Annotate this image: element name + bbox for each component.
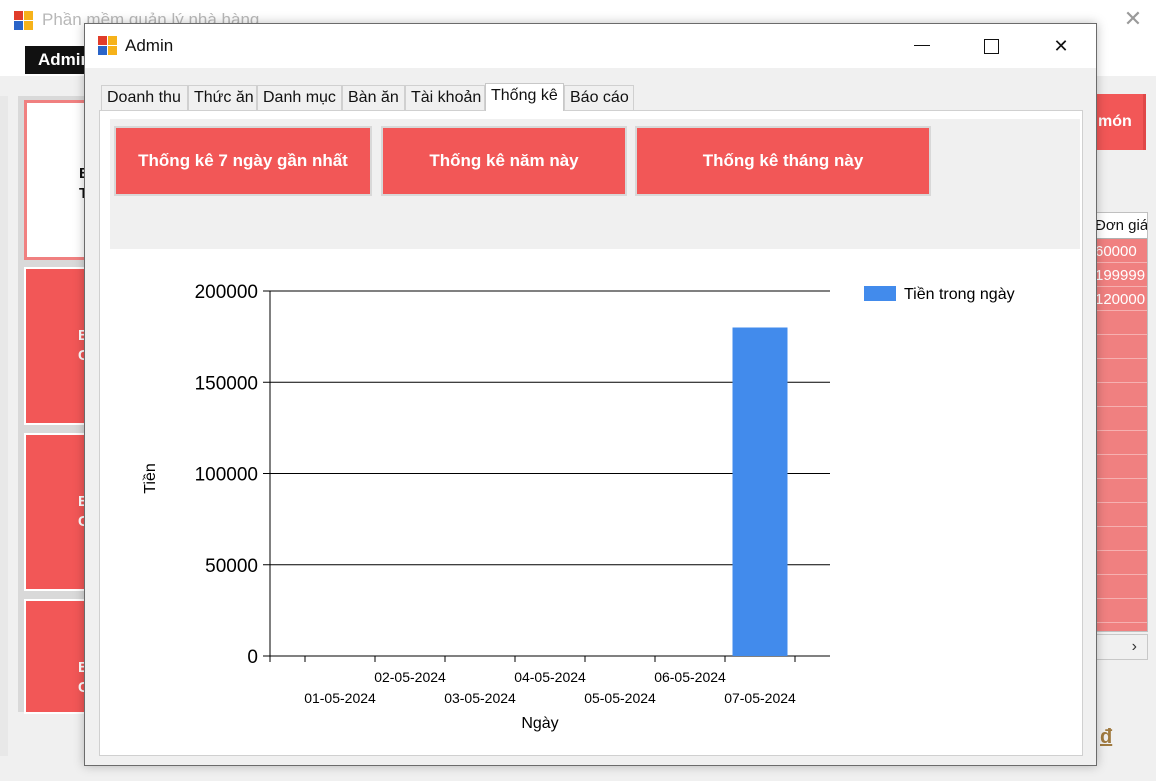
x-tick-label: 07-05-2024	[724, 690, 796, 706]
legend-swatch	[864, 286, 896, 301]
dialog-title: Admin	[125, 36, 174, 55]
bar	[732, 327, 788, 656]
minimize-button[interactable]	[898, 24, 944, 68]
last-7-days-button[interactable]: Thống kê 7 ngày gần nhất	[114, 126, 372, 196]
legend-label: Tiền trong ngày	[904, 286, 1015, 303]
grid-empty-row	[1091, 600, 1147, 623]
grid-empty-row	[1091, 552, 1147, 575]
x-tick-label: 04-05-2024	[514, 669, 586, 685]
grid-empty-row	[1091, 384, 1147, 407]
x-axis-title: Ngày	[521, 715, 558, 732]
y-axis-title: Tiền	[142, 463, 159, 494]
dialog-app-icon	[98, 36, 118, 56]
grid-empty-row	[1091, 432, 1147, 455]
y-tick-label: 150000	[195, 373, 258, 394]
grid-empty-row	[1091, 360, 1147, 383]
grid-empty-row	[1091, 576, 1147, 599]
y-tick-label: 50000	[205, 556, 258, 577]
maximize-icon	[984, 39, 999, 54]
grid-empty-row	[1091, 456, 1147, 479]
maximize-button[interactable]	[968, 24, 1014, 68]
side-stripe	[0, 96, 8, 756]
close-icon: ✕	[1053, 36, 1069, 56]
close-button[interactable]: ✕	[1038, 24, 1084, 68]
grid-cell-price: 120000	[1091, 288, 1147, 311]
revenue-chart-svg: 0 50000 100000 150000 200000 01-05-2024 02-05-…	[142, 282, 1015, 732]
currency-label: đ	[1100, 726, 1113, 748]
minimize-icon	[914, 45, 930, 46]
tab-ban-an[interactable]: Bàn ăn	[342, 85, 405, 110]
add-food-button-label: món	[1098, 113, 1132, 130]
table-tile[interactable]: B Cố	[24, 433, 98, 591]
x-tick-label: 01-05-2024	[304, 690, 376, 706]
grid-empty-row	[1091, 312, 1147, 335]
grid-empty-row	[1091, 480, 1147, 503]
grid-cell-price: 60000	[1091, 240, 1147, 263]
dialog-titlebar: Admin ✕	[85, 24, 1096, 68]
revenue-chart: 0 50000 100000 150000 200000 01-05-2024 02-05-…	[100, 256, 1082, 756]
grid-empty-row	[1091, 336, 1147, 359]
this-month-button[interactable]: Thống kê tháng này	[635, 126, 931, 196]
grid-empty-row	[1091, 528, 1147, 551]
main-close-icon[interactable]: ✕	[1118, 4, 1148, 34]
x-tick-label: 02-05-2024	[374, 669, 446, 685]
tab-bao-cao[interactable]: Báo cáo	[564, 85, 634, 110]
tab-danh-muc[interactable]: Danh mục	[257, 85, 342, 110]
y-tick-label: 0	[247, 647, 258, 668]
grid-empty-row	[1091, 504, 1147, 527]
tab-thong-ke[interactable]: Thống kê	[485, 83, 564, 111]
stats-panel: Thống kê 7 ngày gần nhất Thống kê năm nà…	[99, 110, 1083, 756]
stats-button-strip: Thống kê 7 ngày gần nhất Thống kê năm nà…	[110, 119, 1080, 249]
y-tick-label: 100000	[195, 465, 258, 486]
x-tick-label: 03-05-2024	[444, 690, 516, 706]
grid-scroll-right-icon[interactable]: ›	[1090, 634, 1148, 660]
y-tick-label: 200000	[195, 282, 258, 303]
add-food-button[interactable]: món	[1090, 94, 1146, 150]
grid-cell-price: 199999	[1091, 264, 1147, 287]
x-tick-label: 05-05-2024	[584, 690, 656, 706]
tab-thuc-an[interactable]: Thức ăn	[188, 85, 257, 110]
bill-grid[interactable]: Đơn giá 60000 199999 120000	[1090, 212, 1148, 632]
tab-doanh-thu[interactable]: Doanh thu	[101, 85, 188, 110]
app-icon	[14, 11, 34, 31]
table-tile[interactable]: B Cố	[24, 267, 98, 425]
this-year-button[interactable]: Thống kê năm này	[381, 126, 627, 196]
grid-empty-row	[1091, 408, 1147, 431]
admin-dialog: Admin ✕ Doanh thu Thức ăn Danh mục Bàn ă…	[84, 23, 1097, 766]
x-tick-label: 06-05-2024	[654, 669, 726, 685]
grid-header-price: Đơn giá	[1091, 213, 1147, 239]
table-tile[interactable]: B T	[24, 100, 90, 260]
tab-tai-khoan[interactable]: Tài khoản	[405, 85, 485, 110]
table-tile[interactable]: B Cố	[24, 599, 98, 714]
